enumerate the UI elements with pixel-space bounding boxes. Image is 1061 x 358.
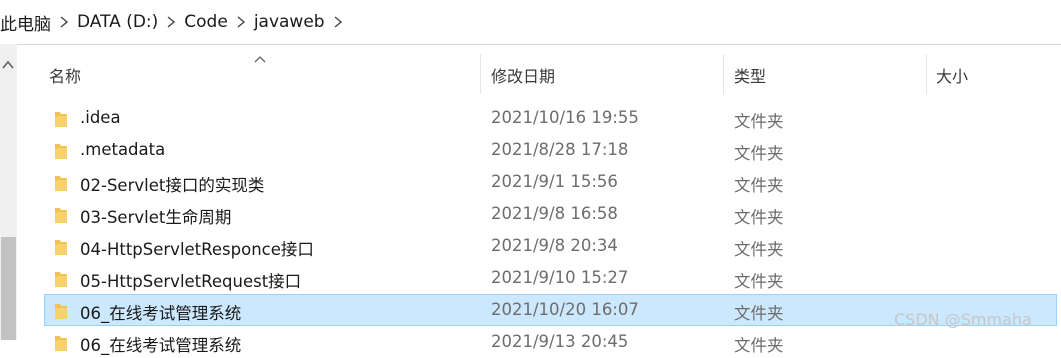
folder-icon: [55, 336, 67, 351]
file-name: 03-Servlet生命周期: [80, 208, 232, 227]
folder-icon: [55, 176, 67, 191]
file-row[interactable]: 04-HttpServletResponce接口 2021/9/8 20:34 …: [44, 230, 1057, 262]
folder-icon: [55, 208, 67, 223]
folder-icon: [55, 272, 67, 287]
column-divider[interactable]: [926, 54, 927, 94]
column-header-name[interactable]: 名称: [49, 63, 81, 87]
file-date: 2021/9/8 16:58: [491, 204, 618, 223]
file-name: 06_在线考试管理系统: [80, 304, 242, 323]
folder-icon: [55, 304, 67, 319]
file-date: 2021/9/10 15:27: [491, 268, 629, 287]
file-type: 文件夹: [734, 208, 784, 227]
file-type: 文件夹: [734, 176, 784, 195]
breadcrumb-code[interactable]: Code: [184, 12, 228, 32]
vertical-scrollbar[interactable]: [0, 44, 17, 340]
file-type: 文件夹: [734, 336, 784, 355]
file-name: .metadata: [80, 140, 166, 159]
file-name: 04-HttpServletResponce接口: [80, 240, 314, 259]
column-header-type[interactable]: 类型: [734, 63, 766, 87]
scrollbar-thumb[interactable]: [1, 237, 16, 340]
folder-icon: [55, 240, 67, 255]
file-date: 2021/10/16 19:55: [491, 108, 639, 127]
file-name: 02-Servlet接口的实现类: [80, 176, 265, 195]
file-name: .idea: [80, 108, 121, 127]
chevron-right-icon[interactable]: [325, 10, 351, 34]
column-divider[interactable]: [480, 54, 481, 94]
chevron-right-icon[interactable]: [228, 10, 254, 34]
scroll-up-arrow-icon[interactable]: [2, 60, 14, 70]
folder-icon: [55, 112, 67, 127]
file-date: 2021/9/1 15:56: [491, 172, 618, 191]
file-row[interactable]: .idea 2021/10/16 19:55 文件夹: [44, 102, 1057, 134]
file-row[interactable]: 06_在线考试管理系统 2021/9/13 20:45 文件夹: [44, 326, 1057, 358]
breadcrumb: 此电脑 DATA (D:) Code javaweb: [0, 10, 351, 35]
column-divider[interactable]: [723, 54, 724, 94]
file-date: 2021/8/28 17:18: [491, 140, 629, 159]
breadcrumb-this-pc[interactable]: 此电脑: [0, 10, 51, 35]
column-header-date[interactable]: 修改日期: [491, 63, 555, 87]
breadcrumb-javaweb[interactable]: javaweb: [254, 12, 325, 32]
address-bar[interactable]: 此电脑 DATA (D:) Code javaweb: [0, 0, 1061, 45]
file-name: 05-HttpServletRequest接口: [80, 272, 302, 291]
file-row[interactable]: 03-Servlet生命周期 2021/9/8 16:58 文件夹: [44, 198, 1057, 230]
file-row[interactable]: 02-Servlet接口的实现类 2021/9/1 15:56 文件夹: [44, 166, 1057, 198]
sort-ascending-icon: [254, 56, 266, 63]
folder-icon: [55, 144, 67, 159]
file-row[interactable]: 05-HttpServletRequest接口 2021/9/10 15:27 …: [44, 262, 1057, 294]
file-type: 文件夹: [734, 144, 784, 163]
file-row[interactable]: .metadata 2021/8/28 17:18 文件夹: [44, 134, 1057, 166]
column-header: 名称 修改日期 类型 大小: [17, 44, 1061, 104]
file-type: 文件夹: [734, 112, 784, 131]
file-type: 文件夹: [734, 304, 784, 323]
file-date: 2021/10/20 16:07: [491, 300, 639, 319]
breadcrumb-drive[interactable]: DATA (D:): [77, 12, 158, 32]
chevron-right-icon[interactable]: [158, 10, 184, 34]
column-header-size[interactable]: 大小: [936, 63, 968, 87]
file-type: 文件夹: [734, 240, 784, 259]
file-name: 06_在线考试管理系统: [80, 336, 242, 355]
chevron-right-icon[interactable]: [51, 10, 77, 34]
watermark: CSDN @Smmaha: [894, 310, 1032, 329]
file-date: 2021/9/8 20:34: [491, 236, 618, 255]
file-type: 文件夹: [734, 272, 784, 291]
file-date: 2021/9/13 20:45: [491, 332, 629, 351]
